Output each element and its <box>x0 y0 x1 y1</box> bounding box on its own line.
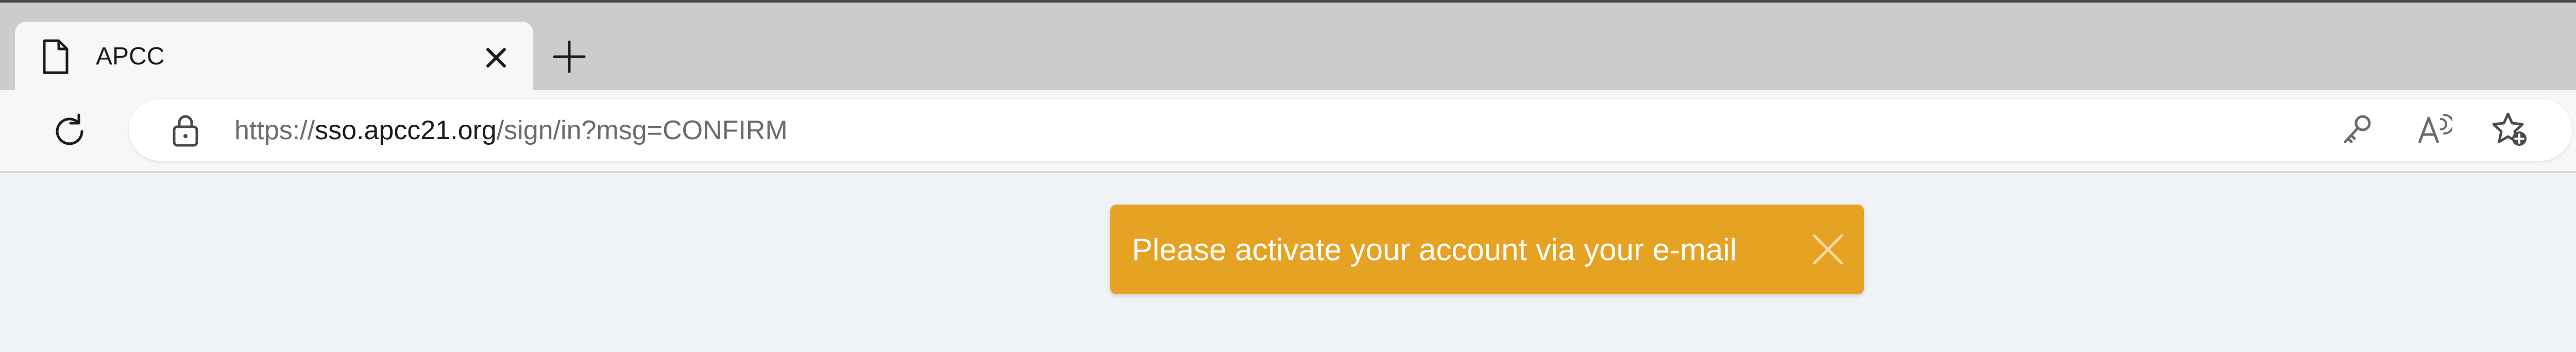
tab-apcc[interactable]: APCC <box>15 22 533 93</box>
lock-icon[interactable] <box>170 113 201 147</box>
close-icon[interactable] <box>1810 231 1846 267</box>
tab-strip: APCC <box>0 0 2576 93</box>
url-scheme: https:// <box>234 115 315 145</box>
url-text[interactable]: https://sso.apcc21.org/sign/in?msg=CONFI… <box>234 113 788 147</box>
reload-icon[interactable] <box>49 111 90 152</box>
browser-toolbar: https://sso.apcc21.org/sign/in?msg=CONFI… <box>0 90 2576 173</box>
new-tab-button[interactable] <box>551 39 587 75</box>
page-icon <box>43 39 69 74</box>
notification-message: Please activate your account via your e-… <box>1132 232 1737 267</box>
close-icon[interactable] <box>481 42 512 73</box>
tab-title: APCC <box>96 43 165 70</box>
add-favorite-icon[interactable] <box>2493 112 2529 148</box>
activation-notification: Please activate your account via your e-… <box>1110 205 1864 294</box>
browser-window: APCC https://sso.apcc21.org/sign/in?msg=… <box>0 0 2576 352</box>
url-host: sso.apcc21.org <box>315 115 497 145</box>
key-icon[interactable] <box>2339 112 2375 148</box>
url-path: /sign/in?msg=CONFIRM <box>496 115 788 145</box>
address-bar[interactable]: https://sso.apcc21.org/sign/in?msg=CONFI… <box>129 99 2572 161</box>
read-aloud-icon[interactable] <box>2416 112 2452 148</box>
